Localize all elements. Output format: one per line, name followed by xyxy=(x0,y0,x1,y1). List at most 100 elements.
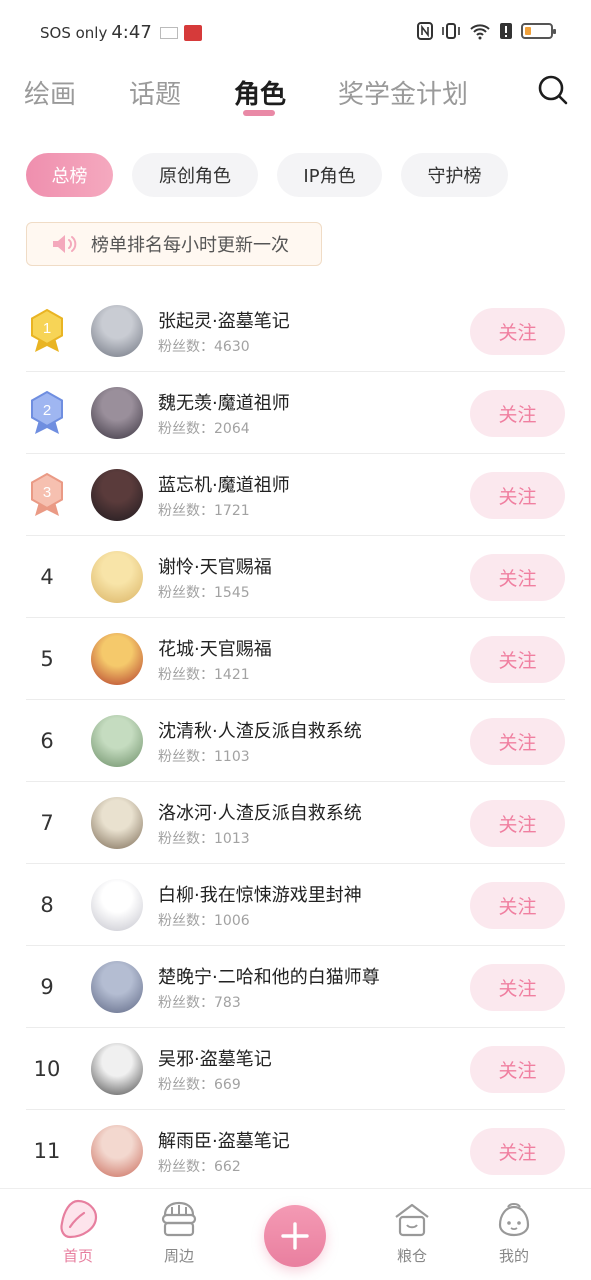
nav-granary-label: 粮仓 xyxy=(396,1247,427,1265)
list-item[interactable]: 9 楚晚宁·二哈和他的白猫师尊 粉丝数：783 关注 xyxy=(0,946,591,1028)
gold-medal-icon: 1 xyxy=(31,308,63,352)
follow-button[interactable]: 关注 xyxy=(470,472,565,519)
nav-merch[interactable]: 周边 xyxy=(139,1197,219,1266)
character-name[interactable]: 谢怜·天官赐福 xyxy=(158,553,272,579)
avatar[interactable] xyxy=(91,797,143,849)
character-name[interactable]: 魏无羡·魔道祖师 xyxy=(158,389,290,415)
avatar[interactable] xyxy=(91,879,143,931)
fan-count: 粉丝数：1013 xyxy=(158,831,250,847)
rank-medal: 1 xyxy=(22,308,72,354)
search-icon[interactable] xyxy=(537,74,569,106)
bronze-medal-icon: 3 xyxy=(31,472,63,516)
nav-home-label: 首页 xyxy=(62,1247,93,1265)
rank-medal: 2 xyxy=(22,390,72,436)
silver-medal-icon: 2 xyxy=(31,390,63,434)
battery-icon xyxy=(521,23,556,39)
store-icon xyxy=(161,1201,197,1237)
character-name[interactable]: 沈清秋·人渣反派自救系统 xyxy=(158,717,362,743)
avatar[interactable] xyxy=(91,633,143,685)
list-item[interactable]: 5 花城·天官赐福 粉丝数：1421 关注 xyxy=(0,618,591,700)
list-item[interactable]: 10 吴邪·盗墓笔记粉丝数：669 关注 xyxy=(0,1028,591,1110)
alert-icon xyxy=(500,23,512,39)
tab-scholarship[interactable]: 奖学金计划 xyxy=(338,74,468,111)
list-item[interactable]: 1 张起灵·盗墓笔记粉丝数：4630 关注 xyxy=(0,290,591,372)
nav-home[interactable]: 首页 xyxy=(38,1197,118,1266)
fan-count: 粉丝数：1721 xyxy=(158,503,250,519)
follow-button[interactable]: 关注 xyxy=(470,1046,565,1093)
fan-count: 粉丝数：1103 xyxy=(158,749,250,765)
follow-button[interactable]: 关注 xyxy=(470,882,565,929)
avatar[interactable] xyxy=(91,1125,143,1177)
clock: 4:47 xyxy=(111,22,152,43)
character-name[interactable]: 白柳·我在惊悚游戏里封神 xyxy=(158,881,362,907)
character-name[interactable]: 洛冰河·人渣反派自救系统 xyxy=(158,799,362,825)
chip-overall[interactable]: 总榜 xyxy=(26,153,113,197)
home-petal-icon xyxy=(60,1199,98,1239)
bottom-nav: 首页 周边 粮仓 我的 xyxy=(0,1188,591,1280)
create-button[interactable] xyxy=(264,1205,326,1267)
character-name[interactable]: 解雨臣·盗墓笔记 xyxy=(158,1127,290,1153)
fan-count: 粉丝数：669 xyxy=(158,1077,241,1093)
avatar[interactable] xyxy=(91,551,143,603)
active-tab-indicator xyxy=(243,110,275,116)
list-item[interactable]: 3 蓝忘机·魔道祖师粉丝数：1721 关注 xyxy=(0,454,591,536)
avatar[interactable] xyxy=(91,715,143,767)
status-right xyxy=(417,22,556,40)
follow-button[interactable]: 关注 xyxy=(470,1128,565,1175)
character-name[interactable]: 楚晚宁·二哈和他的白猫师尊 xyxy=(158,963,380,989)
character-name[interactable]: 吴邪·盗墓笔记 xyxy=(158,1045,272,1071)
follow-button[interactable]: 关注 xyxy=(470,308,565,355)
rank-number: 8 xyxy=(40,893,54,917)
avatar[interactable] xyxy=(91,469,143,521)
character-name[interactable]: 蓝忘机·魔道祖师 xyxy=(158,471,290,497)
list-item[interactable]: 4 谢怜·天官赐福 粉丝数：1545 关注 xyxy=(0,536,591,618)
fan-count: 粉丝数：1006 xyxy=(158,913,250,929)
filter-chips: 总榜 原创角色 IP角色 守护榜 xyxy=(0,153,591,197)
vibrate-icon xyxy=(442,23,460,39)
chip-ip-characters[interactable]: IP角色 xyxy=(277,153,382,197)
update-notice: 榜单排名每小时更新一次 xyxy=(26,222,322,266)
avatar[interactable] xyxy=(91,387,143,439)
list-item[interactable]: 8 白柳·我在惊悚游戏里封神粉丝数：1006 关注 xyxy=(0,864,591,946)
avatar[interactable] xyxy=(91,961,143,1013)
speaker-icon xyxy=(53,235,77,253)
plus-icon xyxy=(281,1222,309,1250)
follow-button[interactable]: 关注 xyxy=(470,390,565,437)
chip-original-characters[interactable]: 原创角色 xyxy=(132,153,258,197)
avatar[interactable] xyxy=(91,1043,143,1095)
rank-number: 6 xyxy=(40,729,54,753)
nav-merch-label: 周边 xyxy=(163,1247,194,1265)
list-item[interactable]: 6 沈清秋·人渣反派自救系统粉丝数：1103 关注 xyxy=(0,700,591,782)
follow-button[interactable]: 关注 xyxy=(470,718,565,765)
fan-count: 粉丝数：783 xyxy=(158,995,241,1011)
fan-count: 粉丝数：4630 xyxy=(158,339,250,355)
nav-profile[interactable]: 我的 xyxy=(474,1197,554,1266)
bun-face-icon xyxy=(498,1203,530,1237)
follow-button[interactable]: 关注 xyxy=(470,636,565,683)
rank-medal: 3 xyxy=(22,472,72,518)
barn-icon xyxy=(395,1203,429,1237)
avatar[interactable] xyxy=(91,305,143,357)
list-item[interactable]: 11 解雨臣·盗墓笔记粉丝数：662 关注 xyxy=(0,1110,591,1192)
follow-button[interactable]: 关注 xyxy=(470,554,565,601)
notice-text: 榜单排名每小时更新一次 xyxy=(91,235,289,256)
tab-characters[interactable]: 角色 xyxy=(234,74,286,111)
status-bar: SOS only 4:47 xyxy=(0,0,591,66)
list-item[interactable]: 7 洛冰河·人渣反派自救系统 粉丝数：1013 关注 xyxy=(0,782,591,864)
carrier-text: SOS only xyxy=(40,23,108,42)
chip-guardian-board[interactable]: 守护榜 xyxy=(401,153,508,197)
fan-count: 粉丝数：1421 xyxy=(158,667,250,683)
nav-granary[interactable]: 粮仓 xyxy=(372,1197,452,1266)
tab-topics[interactable]: 话题 xyxy=(129,74,181,111)
top-tabs: 绘画 话题 角色 奖学金计划 xyxy=(0,66,591,124)
status-left: SOS only 4:47 xyxy=(40,22,202,43)
character-name[interactable]: 张起灵·盗墓笔记 xyxy=(158,307,290,333)
rank-number: 10 xyxy=(33,1057,61,1081)
tab-painting[interactable]: 绘画 xyxy=(24,74,76,111)
character-name[interactable]: 花城·天官赐福 xyxy=(158,635,272,661)
list-item[interactable]: 2 魏无羡·魔道祖师 粉丝数：2064 关注 xyxy=(0,372,591,454)
fan-count: 粉丝数：662 xyxy=(158,1159,241,1175)
follow-button[interactable]: 关注 xyxy=(470,964,565,1011)
follow-button[interactable]: 关注 xyxy=(470,800,565,847)
rank-number: 11 xyxy=(33,1139,61,1163)
